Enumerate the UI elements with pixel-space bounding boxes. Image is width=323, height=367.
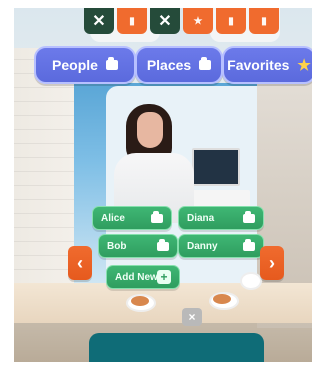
food <box>131 296 149 306</box>
person-face <box>137 112 163 148</box>
contact-danny-button[interactable]: Danny <box>178 234 264 258</box>
chevron-right-icon: › <box>269 252 275 273</box>
top-tabs: ✕ ▮ ✕ ★ ▮ ▮ <box>84 8 279 34</box>
top-tab[interactable]: ★ <box>183 8 213 34</box>
star-icon: ★ <box>193 15 203 27</box>
close-icon: ✕ <box>158 13 172 30</box>
folder-icon <box>157 238 169 251</box>
contact-label: Add New <box>115 271 157 283</box>
star-icon: ★ <box>297 56 311 74</box>
top-tab-close[interactable]: ✕ <box>84 8 114 34</box>
category-label: Favorites <box>227 57 290 73</box>
previous-page-button[interactable]: ‹ <box>68 246 92 280</box>
cup <box>240 272 262 290</box>
tab-icon: ▮ <box>129 15 135 27</box>
top-tab[interactable]: ▮ <box>249 8 279 34</box>
top-tab[interactable]: ▮ <box>216 8 246 34</box>
close-icon: ✕ <box>92 13 106 30</box>
folder-icon <box>105 57 118 70</box>
close-icon: × <box>188 310 196 324</box>
television <box>192 148 240 186</box>
top-tab[interactable]: ▮ <box>117 8 147 34</box>
tab-icon: ▮ <box>228 15 234 27</box>
contact-alice-button[interactable]: Alice <box>92 206 172 230</box>
folder-icon <box>243 238 255 251</box>
next-page-button[interactable]: › <box>260 246 284 280</box>
chevron-left-icon: ‹ <box>77 252 83 273</box>
category-places-button[interactable]: Places <box>135 46 223 84</box>
contact-bob-button[interactable]: Bob <box>98 234 178 258</box>
add-new-contact-button[interactable]: Add New + <box>106 265 180 289</box>
folder-icon <box>199 57 212 70</box>
contact-label: Diana <box>187 212 215 224</box>
category-favorites-button[interactable]: Favorites ★ <box>222 46 312 84</box>
folder-icon <box>243 210 255 223</box>
food <box>213 294 231 304</box>
category-label: People <box>52 57 98 73</box>
plus-icon: + <box>157 270 171 284</box>
contact-label: Bob <box>107 240 127 252</box>
contact-label: Danny <box>187 240 218 252</box>
vr-scene: ✕ ▮ ✕ ★ ▮ ▮ People Places Favorites ★ Al… <box>14 8 312 362</box>
chairs <box>89 333 264 362</box>
close-button[interactable]: × <box>182 308 202 326</box>
contact-diana-button[interactable]: Diana <box>178 206 264 230</box>
category-label: Places <box>146 57 192 73</box>
top-tab-close[interactable]: ✕ <box>150 8 180 34</box>
folder-icon <box>151 210 163 223</box>
tab-icon: ▮ <box>261 15 267 27</box>
category-people-button[interactable]: People <box>34 46 136 84</box>
contact-label: Alice <box>101 212 125 224</box>
table <box>14 283 312 323</box>
